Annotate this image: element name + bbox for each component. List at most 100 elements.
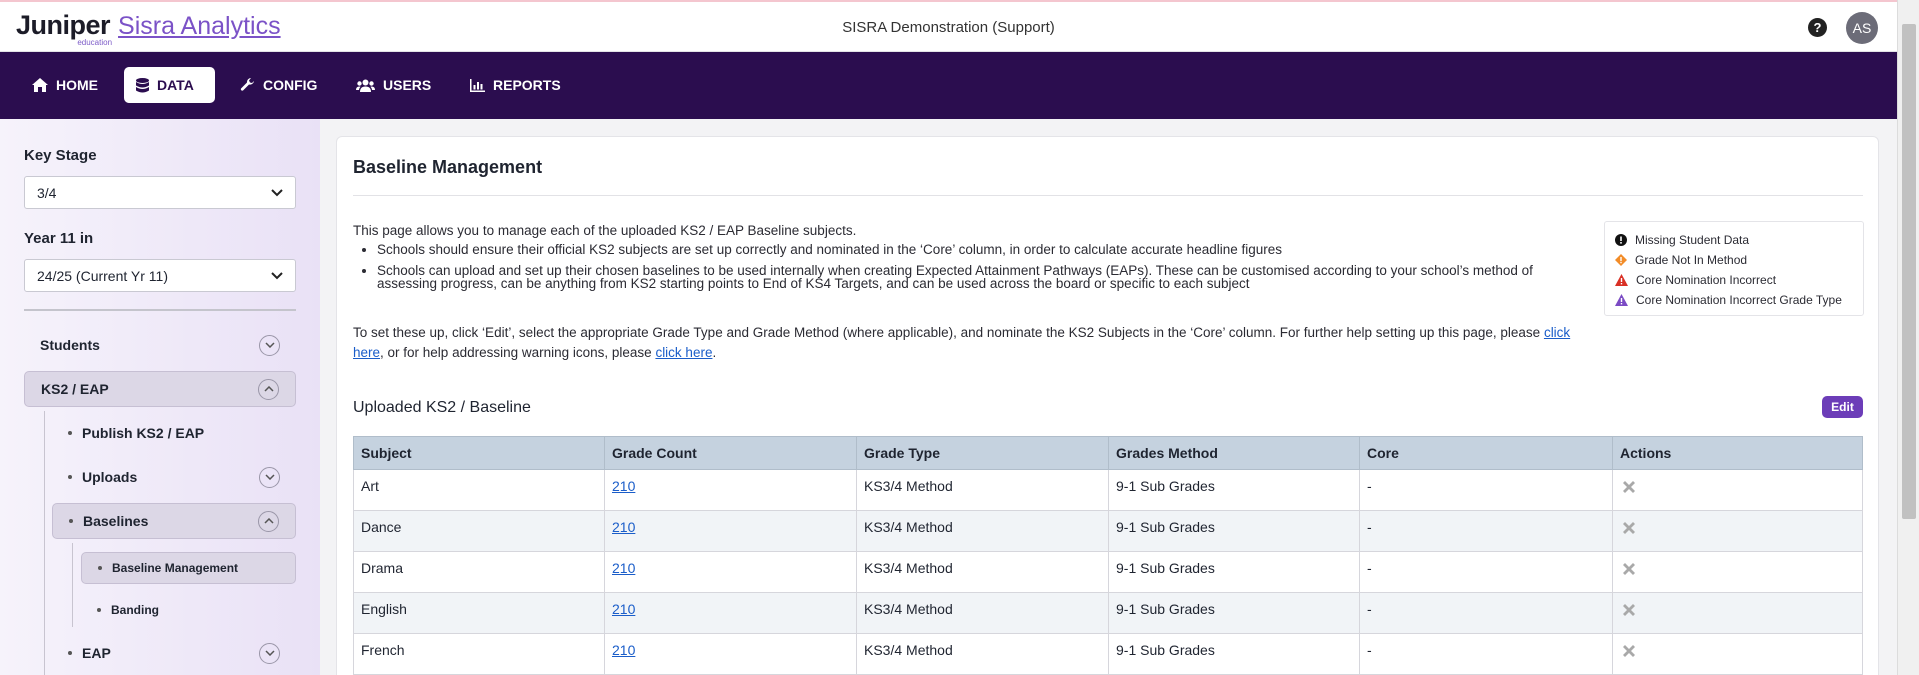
column-header[interactable]: Grade Count — [604, 436, 857, 470]
legend-item: Missing Student Data — [1615, 230, 1853, 250]
warning-help-link[interactable]: click here — [655, 345, 712, 360]
grade-count-link[interactable]: 210 — [612, 478, 635, 494]
chevron-down-icon[interactable] — [259, 466, 280, 488]
grade-type-cell: KS3/4 Method — [856, 592, 1109, 634]
subject-cell: Art — [353, 469, 605, 511]
year-select[interactable]: 24/25 (Current Yr 11) — [24, 259, 296, 292]
table-row: French 210 KS3/4 Method 9-1 Sub Grades - — [353, 633, 1863, 675]
grades-method-cell: 9-1 Sub Grades — [1108, 633, 1360, 675]
setup-instructions: To set these up, click ‘Edit’, select th… — [353, 323, 1583, 363]
column-header[interactable]: Core — [1359, 436, 1613, 470]
edit-button[interactable]: Edit — [1822, 396, 1863, 418]
page-scrollbar[interactable] — [1897, 0, 1919, 675]
actions-cell — [1612, 510, 1863, 552]
sidebar-item-label: Baselines — [83, 513, 149, 529]
sidebar-item-label: KS2 / EAP — [41, 381, 109, 397]
table-header-row: Subject Grade Count Grade Type Grades Me… — [353, 436, 1863, 470]
sidebar-item-label: Uploads — [82, 469, 138, 485]
bullet-icon — [68, 651, 72, 655]
nav-home[interactable]: HOME — [20, 67, 110, 103]
chevron-down-icon[interactable] — [259, 642, 280, 664]
brand-name: Juniper — [16, 10, 111, 40]
nav-config[interactable]: CONFIG — [228, 67, 329, 103]
org-name: SISRA Demonstration (Support) — [842, 19, 1055, 36]
delete-icon[interactable] — [1620, 478, 1638, 496]
delete-icon[interactable] — [1620, 601, 1638, 619]
chevron-down-icon — [271, 188, 283, 196]
year-value: 24/25 (Current Yr 11) — [37, 267, 168, 284]
grade-count-cell: 210 — [604, 633, 857, 675]
setup-text: To set these up, click ‘Edit’, select th… — [353, 325, 1544, 340]
grades-method-cell: 9-1 Sub Grades — [1108, 469, 1360, 511]
info-bullet: Schools can upload and set up their chos… — [377, 264, 1583, 291]
subject-cell: Dance — [353, 510, 605, 552]
actions-cell — [1612, 633, 1863, 675]
table-row: Art 210 KS3/4 Method 9-1 Sub Grades - — [353, 469, 1863, 511]
legend-item: Core Nomination Incorrect — [1615, 270, 1853, 290]
grade-count-link[interactable]: 210 — [612, 519, 635, 535]
sidebar: Key Stage 3/4 Year 11 in 24/25 (Current … — [0, 119, 320, 675]
warning-diamond-icon — [1615, 254, 1627, 266]
delete-icon[interactable] — [1620, 519, 1638, 537]
title-divider — [353, 195, 1863, 196]
sidebar-item-baselines[interactable]: Baselines — [52, 503, 296, 539]
chevron-down-icon[interactable] — [259, 334, 280, 356]
nav-users[interactable]: USERS — [344, 67, 443, 103]
bullet-icon — [98, 566, 102, 570]
database-icon — [136, 77, 149, 92]
grade-count-link[interactable]: 210 — [612, 560, 635, 576]
wrench-icon — [240, 77, 254, 91]
actions-cell — [1612, 592, 1863, 634]
avatar[interactable]: AS — [1846, 12, 1878, 44]
top-header: Juniper education Sisra Analytics SISRA D… — [0, 0, 1897, 52]
sidebar-item-eap[interactable]: EAP — [52, 635, 296, 671]
column-header[interactable]: Grade Type — [856, 436, 1109, 470]
legend-label: Core Nomination Incorrect — [1636, 273, 1777, 287]
grade-count-cell: 210 — [604, 469, 857, 511]
baseline-management-card: Baseline Management This page allows you… — [336, 136, 1879, 675]
key-stage-value: 3/4 — [37, 184, 57, 201]
help-icon[interactable]: ? — [1808, 18, 1827, 37]
bullet-icon — [97, 608, 101, 612]
legend-label: Grade Not In Method — [1635, 253, 1748, 267]
warning-triangle-icon — [1615, 274, 1628, 286]
column-header[interactable]: Grades Method — [1108, 436, 1360, 470]
year-label: Year 11 in — [24, 230, 94, 247]
table-row: Dance 210 KS3/4 Method 9-1 Sub Grades - — [353, 510, 1863, 552]
sidebar-item-students[interactable]: Students — [24, 327, 296, 363]
sidebar-divider — [24, 309, 296, 311]
column-header[interactable]: Subject — [353, 436, 605, 470]
warning-triangle-icon — [1615, 294, 1628, 306]
sidebar-item-label: Students — [40, 337, 100, 353]
nav-reports[interactable]: REPORTS — [458, 67, 573, 103]
exclamation-circle-icon — [1615, 234, 1627, 246]
users-icon — [356, 79, 375, 92]
sidebar-item-uploads[interactable]: Uploads — [52, 459, 296, 495]
tree-line — [44, 411, 45, 675]
brand-logo[interactable]: Juniper education Sisra Analytics — [16, 10, 281, 47]
key-stage-select[interactable]: 3/4 — [24, 176, 296, 209]
sidebar-item-ks2-eap[interactable]: KS2 / EAP — [24, 371, 296, 407]
legend-item: Core Nomination Incorrect Grade Type — [1615, 290, 1853, 310]
grades-method-cell: 9-1 Sub Grades — [1108, 551, 1360, 593]
scrollbar-thumb[interactable] — [1902, 24, 1916, 519]
home-icon — [32, 78, 48, 92]
core-cell: - — [1359, 633, 1613, 675]
delete-icon[interactable] — [1620, 642, 1638, 660]
chevron-up-icon[interactable] — [258, 378, 279, 400]
nav-data[interactable]: DATA — [124, 67, 215, 103]
table-row: Drama 210 KS3/4 Method 9-1 Sub Grades - — [353, 551, 1863, 593]
grades-method-cell: 9-1 Sub Grades — [1108, 592, 1360, 634]
delete-icon[interactable] — [1620, 560, 1638, 578]
grade-type-cell: KS3/4 Method — [856, 551, 1109, 593]
tree-line — [72, 543, 73, 627]
sidebar-item-publish[interactable]: Publish KS2 / EAP — [52, 415, 296, 451]
grade-count-link[interactable]: 210 — [612, 601, 635, 617]
chevron-up-icon[interactable] — [258, 510, 279, 532]
actions-cell — [1612, 469, 1863, 511]
grade-count-link[interactable]: 210 — [612, 642, 635, 658]
product-name[interactable]: Sisra Analytics — [118, 12, 281, 41]
nav-users-label: USERS — [383, 77, 432, 93]
sidebar-item-baseline-management[interactable]: Baseline Management — [81, 552, 296, 584]
sidebar-item-banding[interactable]: Banding — [81, 594, 296, 626]
